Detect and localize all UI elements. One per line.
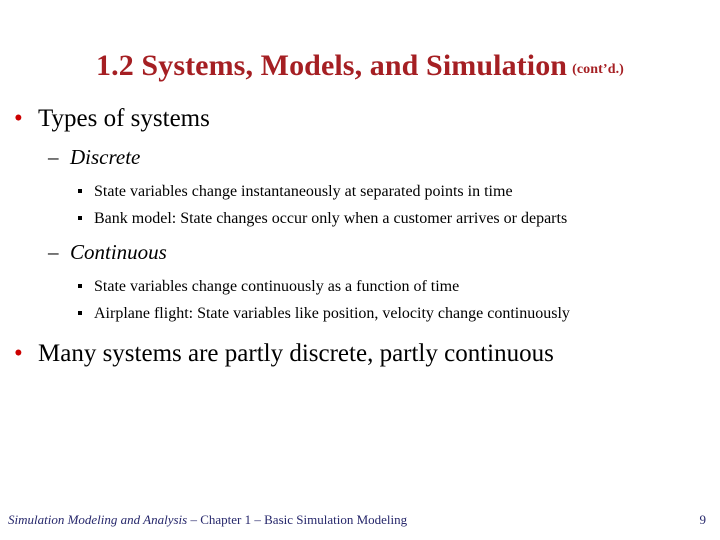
footer-chapter: – Chapter 1 – Basic Simulation Modeling [187,512,408,527]
page-title: 1.2 Systems, Models, and Simulation (cont… [0,48,720,88]
slide: 1.2 Systems, Models, and Simulation (cont… [0,0,720,540]
page-title-suffix: (cont’d.) [572,62,624,78]
bullet-dot-icon: • [14,105,23,132]
page-number: 9 [699,512,707,527]
dash-marker-icon: – [48,145,59,169]
bullet-level3-continuous-2: Airplane flight: State variables like po… [0,300,720,327]
bullet-text: Discrete [70,145,141,169]
footer: Simulation Modeling and Analysis – Chapt… [8,511,407,528]
bullet-level2-discrete: – Discrete [0,141,720,173]
bullet-level1-many-systems: • Many systems are partly discrete, part… [0,335,720,372]
page-title-main: 1.2 Systems, Models, and Simulation [96,49,568,83]
bullet-list: • Types of systems – Discrete State vari… [0,100,720,372]
bullet-text: State variables change continuously as a… [94,278,460,295]
bullet-text: Bank model: State changes occur only whe… [94,210,568,227]
bullet-level3-continuous-1: State variables change continuously as a… [0,273,720,300]
square-marker-icon [78,216,82,220]
footer-book-title: Simulation Modeling and Analysis [8,512,188,527]
square-marker-icon [78,311,82,315]
bullet-text: State variables change instantaneously a… [94,183,513,200]
bullet-dot-icon: • [14,340,23,367]
bullet-level2-continuous: – Continuous [0,236,720,268]
bullet-text: Airplane flight: State variables like po… [94,305,570,322]
bullet-text: Types of systems [38,105,210,132]
square-marker-icon [78,284,82,288]
bullet-level3-discrete-1: State variables change instantaneously a… [0,178,720,205]
bullet-text: Many systems are partly discrete, partly… [38,340,554,367]
dash-marker-icon: – [48,240,59,264]
square-marker-icon [78,189,82,193]
bullet-level3-discrete-2: Bank model: State changes occur only whe… [0,205,720,232]
bullet-text: Continuous [70,240,167,264]
bullet-level1-types-of-systems: • Types of systems [0,100,720,137]
